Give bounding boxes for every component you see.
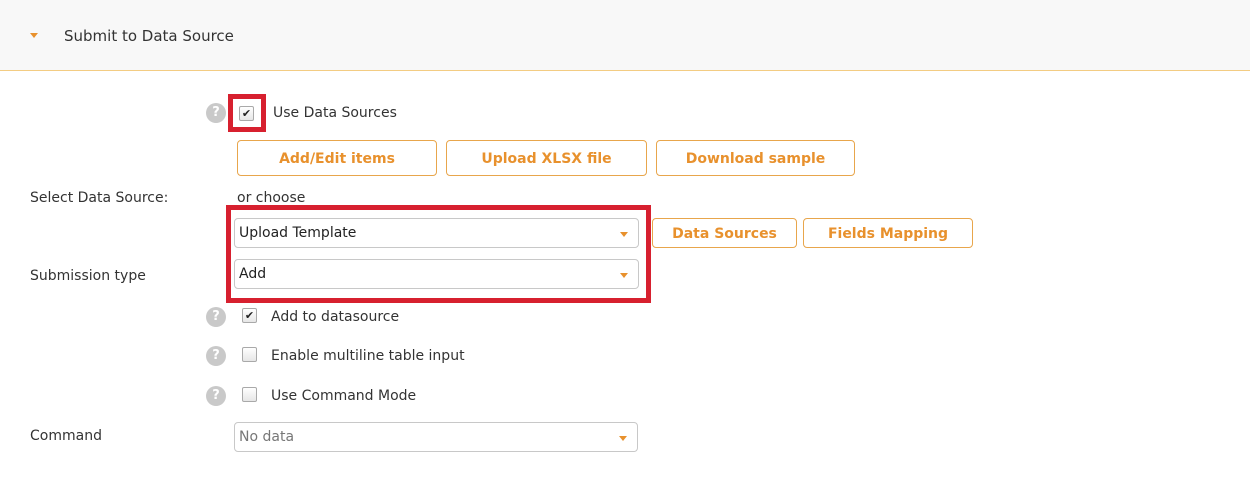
help-icon[interactable]: ? bbox=[206, 386, 226, 406]
help-icon[interactable]: ? bbox=[206, 103, 226, 123]
use-data-sources-label: Use Data Sources bbox=[273, 105, 397, 121]
select-data-source-label: Select Data Source: bbox=[30, 190, 169, 206]
enable-multiline-checkbox[interactable] bbox=[242, 347, 257, 362]
add-to-datasource-label: Add to datasource bbox=[271, 309, 400, 325]
fields-mapping-button[interactable]: Fields Mapping bbox=[803, 218, 973, 248]
or-choose-text: or choose bbox=[237, 190, 306, 206]
command-label: Command bbox=[30, 428, 102, 444]
use-command-mode-checkbox[interactable] bbox=[242, 387, 257, 402]
data-sources-button[interactable]: Data Sources bbox=[652, 218, 797, 248]
highlight-box-checkbox bbox=[228, 94, 266, 132]
command-placeholder: No data bbox=[239, 429, 295, 445]
submission-type-label: Submission type bbox=[30, 268, 146, 284]
add-edit-items-button[interactable]: Add/Edit items bbox=[237, 140, 437, 176]
enable-multiline-label: Enable multiline table input bbox=[271, 348, 465, 364]
section-title: Submit to Data Source bbox=[64, 27, 234, 45]
help-icon[interactable]: ? bbox=[206, 307, 226, 327]
add-to-datasource-checkbox[interactable]: ✔ bbox=[242, 308, 257, 323]
highlight-box-selects bbox=[226, 205, 651, 303]
chevron-down-icon bbox=[619, 436, 627, 441]
command-select[interactable]: No data bbox=[234, 422, 638, 452]
collapse-caret-icon[interactable] bbox=[30, 33, 38, 38]
download-sample-button[interactable]: Download sample bbox=[656, 140, 855, 176]
upload-xlsx-button[interactable]: Upload XLSX file bbox=[446, 140, 647, 176]
help-icon[interactable]: ? bbox=[206, 346, 226, 366]
use-command-mode-label: Use Command Mode bbox=[271, 388, 417, 404]
section-header[interactable]: Submit to Data Source bbox=[0, 0, 1250, 71]
